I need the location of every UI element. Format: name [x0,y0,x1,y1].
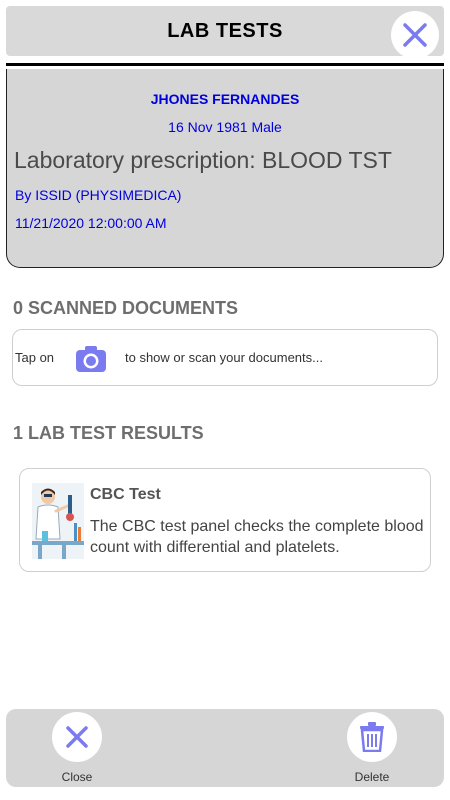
trash-icon [360,722,384,752]
lab-test-name: CBC Test [90,486,161,503]
close-button[interactable] [52,712,102,762]
page-title: LAB TESTS [167,20,283,42]
scientist-illustration-icon [32,483,84,559]
header-divider [6,63,444,66]
lab-test-description: The CBC test panel checks the complete b… [90,518,424,556]
patient-birth-gender: 16 Nov 1981 Male [168,119,282,135]
patient-name: JHONES FERNANDES [150,91,300,107]
patient-card: JHONES FERNANDES 16 Nov 1981 Male Labora… [6,69,444,268]
header-close-button[interactable] [391,11,439,59]
delete-button[interactable] [347,712,397,762]
delete-label: Delete [354,770,390,784]
header-bar: LAB TESTS [6,6,444,59]
scan-hint: to show or scan your documents... [125,350,323,365]
scan-documents-box[interactable]: Tap on to show or scan your documents... [12,329,438,386]
lab-result-card[interactable]: CBC Test The CBC test panel checks the c… [19,468,431,572]
prescription-datetime: 11/21/2020 12:00:00 AM [15,215,167,231]
close-icon [403,23,427,47]
tap-on-label: Tap on [15,350,55,365]
close-icon [66,726,88,748]
close-label: Close [61,770,93,784]
camera-icon[interactable] [75,345,107,373]
lab-results-heading: 1 LAB TEST RESULTS [13,423,204,443]
prescription-title: Laboratory prescription: BLOOD TST [14,147,392,173]
prescribing-doctor: By ISSID (PHYSIMEDICA) [15,187,182,203]
bottom-action-bar: Close Delete [6,709,444,787]
scanned-documents-heading: 0 SCANNED DOCUMENTS [13,298,239,318]
